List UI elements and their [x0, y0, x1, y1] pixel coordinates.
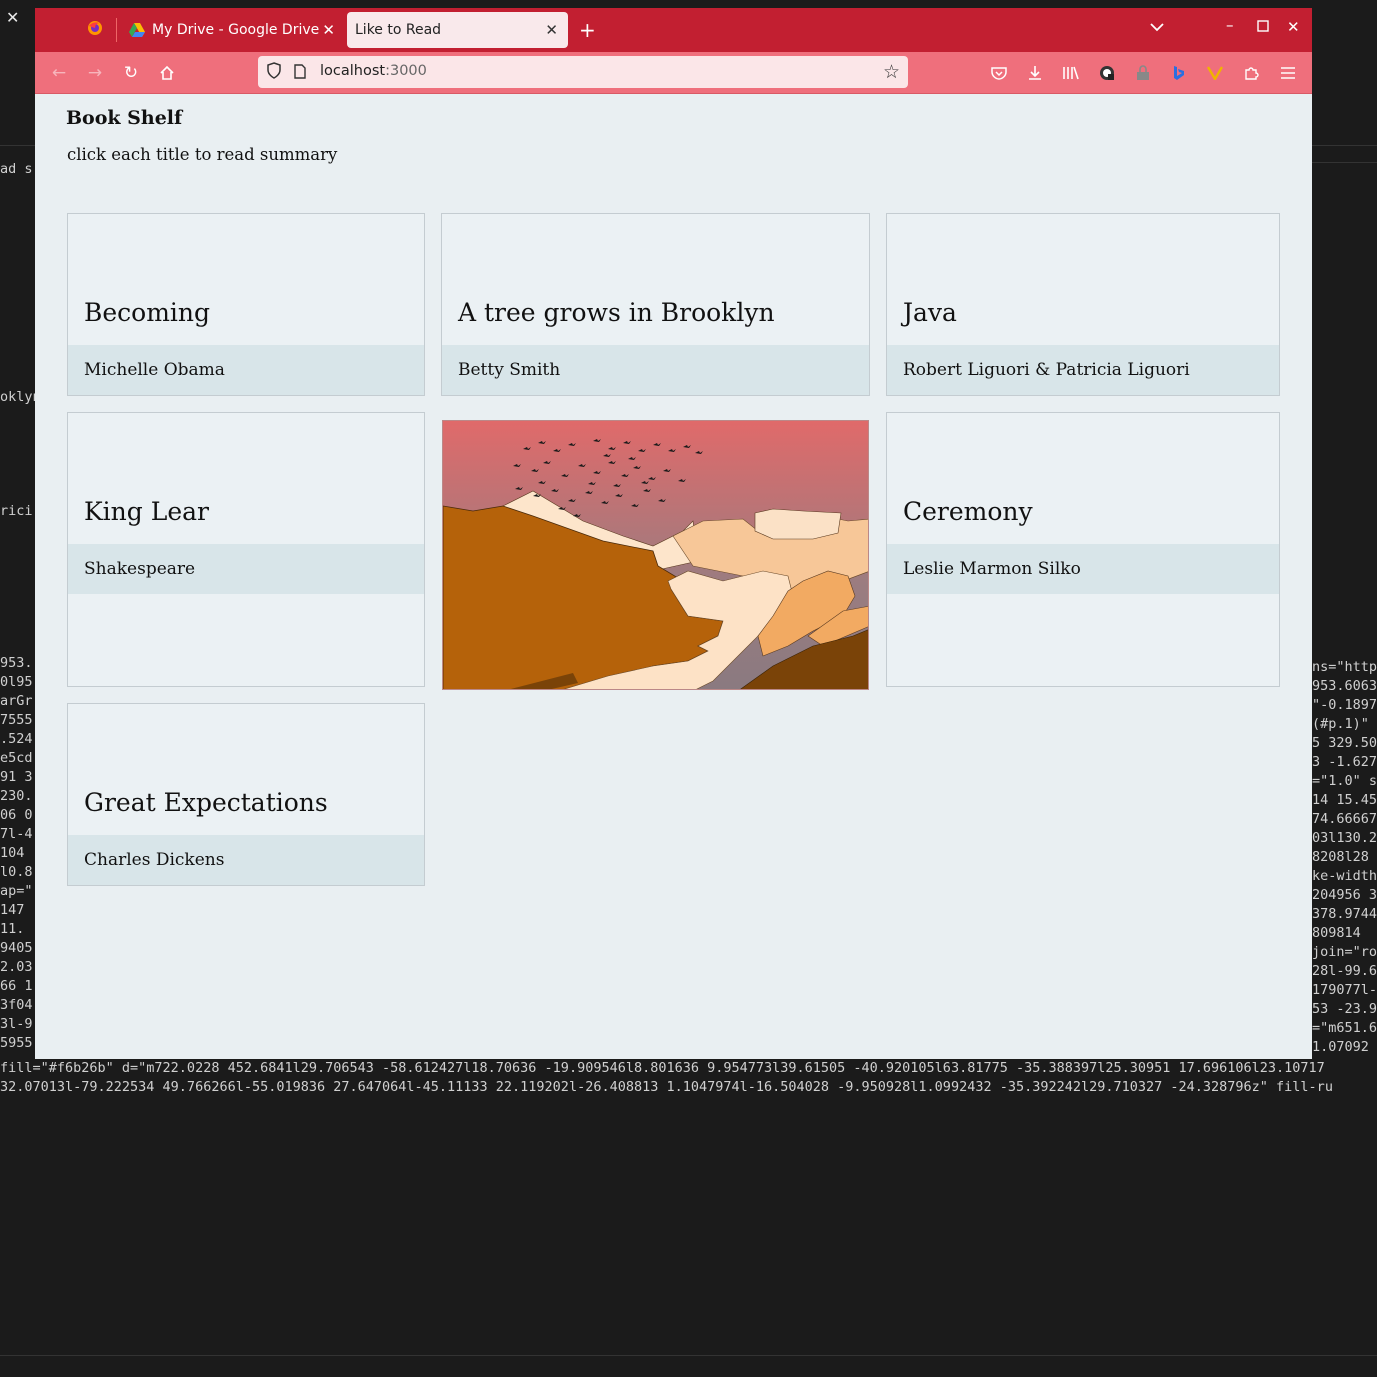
browser-window: My Drive - Google Drive ✕ Like to Read ✕…	[35, 8, 1312, 1059]
landscape-illustration	[442, 420, 869, 690]
terminal-divider	[0, 1355, 1377, 1356]
terminal-text-right: ns="http 953.6063 "-0.1897 (#p.1)" 5 329…	[1312, 659, 1377, 1055]
google-drive-icon	[129, 23, 145, 37]
terminal-close-icon[interactable]: ✕	[6, 8, 19, 27]
back-icon[interactable]: ←	[47, 61, 71, 85]
book-card[interactable]: Great Expectations Charles Dickens	[67, 703, 425, 886]
tab-separator	[116, 18, 117, 42]
book-author: Shakespeare	[68, 544, 424, 594]
terminal-text-bottom: fill="#f6b26b" d="m722.0228 452.6841l29.…	[0, 1060, 1333, 1095]
firefox-icon	[87, 20, 103, 40]
book-title[interactable]: Java	[903, 298, 957, 327]
terminal-divider	[1312, 145, 1377, 146]
navigation-toolbar: ← → ↻ localhost:3000 ☆	[35, 52, 1312, 94]
book-card[interactable]: Becoming Michelle Obama	[67, 213, 425, 396]
downloads-icon[interactable]	[1024, 62, 1046, 84]
book-title[interactable]: Becoming	[84, 298, 210, 327]
close-tab-icon[interactable]: ✕	[545, 21, 558, 39]
book-author: Michelle Obama	[68, 345, 424, 395]
extension-ublock-icon[interactable]	[1096, 62, 1118, 84]
tab-firefox[interactable]	[73, 12, 117, 48]
tracking-shield-icon[interactable]	[266, 62, 282, 84]
bookmark-star-icon[interactable]: ☆	[883, 61, 900, 83]
extension-v-icon[interactable]	[1204, 62, 1226, 84]
tab-bar: My Drive - Google Drive ✕ Like to Read ✕…	[35, 8, 1312, 52]
page-title: Book Shelf	[66, 107, 183, 129]
book-card[interactable]: Java Robert Liguori & Patricia Liguori	[886, 213, 1280, 396]
book-title[interactable]: A tree grows in Brooklyn	[458, 298, 775, 327]
tab-label: Like to Read	[355, 22, 442, 38]
reload-icon[interactable]: ↻	[119, 61, 143, 85]
book-title[interactable]: Ceremony	[903, 497, 1033, 526]
url-text: localhost:3000	[320, 63, 427, 79]
forward-icon[interactable]: →	[83, 61, 107, 85]
book-title[interactable]: Great Expectations	[84, 788, 328, 817]
tab-label: My Drive - Google Drive	[152, 22, 320, 38]
list-tabs-chevron-icon[interactable]	[1150, 18, 1164, 36]
close-window-icon[interactable]: ✕	[1287, 18, 1300, 36]
extensions-puzzle-icon[interactable]	[1240, 62, 1262, 84]
book-card[interactable]: A tree grows in Brooklyn Betty Smith	[441, 213, 870, 396]
home-icon[interactable]	[155, 61, 179, 85]
terminal-text-left: ad s oklyn rici 953. 0l95 arGr 7555 .524…	[0, 161, 35, 1051]
book-author: Leslie Marmon Silko	[887, 544, 1279, 594]
page-content: Book Shelf click each title to read summ…	[35, 94, 1312, 1059]
page-info-icon[interactable]	[294, 64, 306, 83]
app-menu-icon[interactable]	[1277, 62, 1299, 84]
page-subtitle: click each title to read summary	[67, 145, 338, 164]
book-card[interactable]: King Lear Shakespeare	[67, 412, 425, 687]
library-icon[interactable]	[1060, 62, 1082, 84]
minimize-icon[interactable]: –	[1226, 16, 1234, 34]
book-author: Charles Dickens	[68, 835, 424, 885]
url-bar[interactable]: localhost:3000 ☆	[258, 56, 908, 88]
maximize-icon[interactable]	[1257, 18, 1269, 36]
terminal-divider	[1312, 162, 1377, 163]
new-tab-button[interactable]: +	[579, 18, 596, 42]
pocket-icon[interactable]	[988, 62, 1010, 84]
extension-bing-icon[interactable]	[1168, 62, 1190, 84]
book-title[interactable]: King Lear	[84, 497, 209, 526]
book-card[interactable]: Ceremony Leslie Marmon Silko	[886, 412, 1280, 687]
tab-like-to-read[interactable]: Like to Read ✕	[347, 12, 568, 48]
book-author: Betty Smith	[442, 345, 869, 395]
extension-lock-icon[interactable]	[1132, 62, 1154, 84]
close-tab-icon[interactable]: ✕	[322, 21, 335, 39]
book-author: Robert Liguori & Patricia Liguori	[887, 345, 1279, 395]
terminal-divider	[0, 145, 35, 146]
tab-google-drive[interactable]: My Drive - Google Drive ✕	[119, 12, 345, 48]
